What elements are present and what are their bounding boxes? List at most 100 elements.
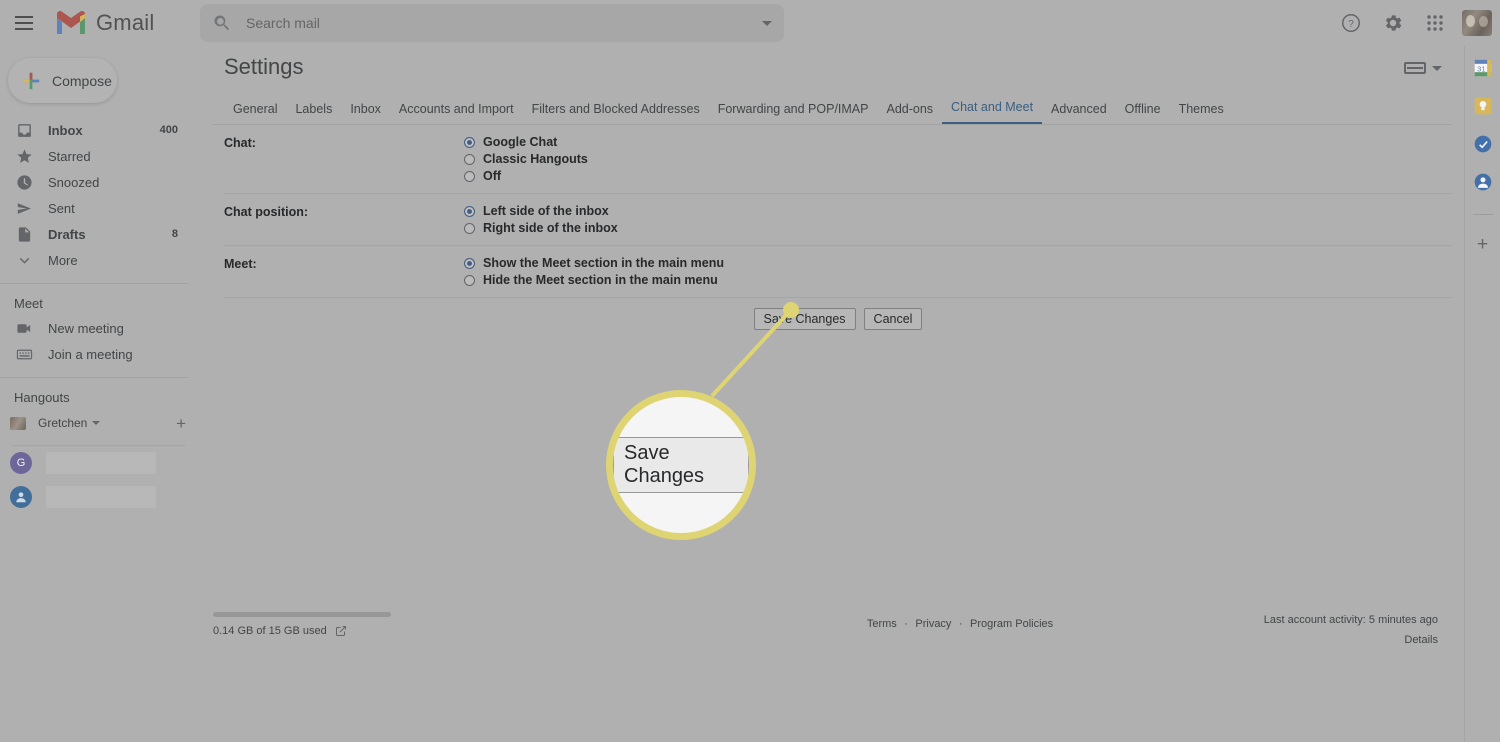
radio-indicator[interactable] xyxy=(464,153,475,165)
list-item[interactable]: G xyxy=(0,446,200,480)
sidebar-item-drafts[interactable]: Drafts 8 xyxy=(0,221,188,247)
terms-link[interactable]: Terms xyxy=(867,618,897,630)
sidebar-item-label: More xyxy=(48,252,78,268)
search-bar[interactable] xyxy=(200,4,784,42)
google-calendar-icon[interactable]: 31 xyxy=(1473,58,1493,78)
list-item[interactable] xyxy=(0,480,200,514)
google-keep-icon[interactable] xyxy=(1473,96,1493,116)
sidebar-item-label: Inbox xyxy=(48,122,83,138)
radio-label: Off xyxy=(483,169,502,183)
display-density-icon xyxy=(1404,62,1426,74)
gmail-m-icon xyxy=(57,11,85,34)
plus-icon xyxy=(22,72,40,89)
top-bar: Gmail ? xyxy=(0,0,1500,46)
person-icon xyxy=(16,492,26,503)
radio-label: Classic Hangouts xyxy=(483,152,588,166)
setting-label: Chat: xyxy=(224,136,256,150)
setting-label: Chat position: xyxy=(224,205,309,219)
sidebar-item-label: Sent xyxy=(48,200,75,216)
apps-grid-icon[interactable] xyxy=(1416,4,1454,42)
sidebar-item-snoozed[interactable]: Snoozed xyxy=(0,169,188,195)
side-panel-add-plus-icon[interactable]: + xyxy=(1477,235,1488,254)
tab-general[interactable]: General xyxy=(224,96,286,124)
sidebar-divider-meet xyxy=(0,283,188,284)
display-density-chevron-down-icon xyxy=(1432,65,1442,71)
radio-option-right-side[interactable]: Right side of the inbox xyxy=(464,221,618,235)
hangouts-section-title: Hangouts xyxy=(14,390,70,405)
hangouts-status-chevron-down-icon[interactable] xyxy=(92,421,101,425)
settings-tabs: General Labels Inbox Accounts and Import… xyxy=(212,94,1452,125)
account-activity: Last account activity: 5 minutes ago Det… xyxy=(1264,614,1438,646)
svg-text:?: ? xyxy=(1348,19,1354,30)
search-options-chevron-down-icon[interactable] xyxy=(762,20,772,26)
radio-option-show-meet[interactable]: Show the Meet section in the main menu xyxy=(464,256,724,270)
sidebar-item-inbox[interactable]: Inbox 400 xyxy=(0,117,188,143)
external-link-icon[interactable] xyxy=(335,625,347,637)
compose-button[interactable]: Compose xyxy=(8,58,117,103)
tab-forwarding-and-pop-imap[interactable]: Forwarding and POP/IMAP xyxy=(709,96,878,124)
radio-group-chat-position: Left side of the inbox Right side of the… xyxy=(464,204,618,235)
save-changes-button[interactable]: Save Changes xyxy=(753,308,856,330)
help-circle-icon[interactable]: ? xyxy=(1332,4,1370,42)
gmail-logo[interactable]: Gmail xyxy=(54,10,154,36)
hangouts-add-plus-icon[interactable]: + xyxy=(176,415,186,432)
radio-option-off[interactable]: Off xyxy=(464,169,588,183)
radio-option-google-chat[interactable]: Google Chat xyxy=(464,135,588,149)
setting-row-meet: Meet: Show the Meet section in the main … xyxy=(224,246,1452,298)
star-icon xyxy=(14,146,34,166)
account-avatar[interactable] xyxy=(1462,10,1492,36)
radio-option-classic-hangouts[interactable]: Classic Hangouts xyxy=(464,152,588,166)
radio-option-left-side[interactable]: Left side of the inbox xyxy=(464,204,618,218)
settings-action-buttons: Save Changes Cancel xyxy=(224,298,1452,330)
sidebar-item-starred[interactable]: Starred xyxy=(0,143,188,169)
contact-initial: G xyxy=(16,457,26,469)
hangouts-account-row[interactable]: Gretchen + xyxy=(0,409,200,437)
program-policies-link[interactable]: Program Policies xyxy=(970,618,1053,630)
clock-icon xyxy=(14,172,34,192)
tab-chat-and-meet[interactable]: Chat and Meet xyxy=(942,94,1043,124)
tab-offline[interactable]: Offline xyxy=(1116,96,1170,124)
radio-label: Show the Meet section in the main menu xyxy=(483,256,725,270)
search-input[interactable] xyxy=(246,15,762,31)
contact-avatar: G xyxy=(10,452,32,474)
privacy-link[interactable]: Privacy xyxy=(915,618,951,630)
storage-bar-fill xyxy=(213,612,391,617)
hangouts-account-avatar xyxy=(10,416,26,430)
page-title: Settings xyxy=(224,54,304,79)
tab-accounts-and-import[interactable]: Accounts and Import xyxy=(390,96,523,124)
sidebar-item-join-meeting[interactable]: Join a meeting xyxy=(0,341,188,367)
sidebar-item-sent[interactable]: Sent xyxy=(0,195,188,221)
google-contacts-icon[interactable] xyxy=(1473,172,1493,192)
radio-group-meet: Show the Meet section in the main menu H… xyxy=(464,256,724,287)
sidebar-item-label: Drafts xyxy=(48,226,86,242)
radio-indicator[interactable] xyxy=(464,205,475,217)
hamburger-menu-icon[interactable] xyxy=(4,3,44,43)
last-account-activity-text: Last account activity: 5 minutes ago xyxy=(1263,614,1438,626)
tab-filters-and-blocked-addresses[interactable]: Filters and Blocked Addresses xyxy=(523,96,709,124)
display-density-button[interactable] xyxy=(1404,54,1452,74)
radio-indicator[interactable] xyxy=(464,222,475,234)
sidebar-item-new-meeting[interactable]: New meeting xyxy=(0,315,188,341)
video-camera-icon xyxy=(14,318,34,338)
radio-indicator[interactable] xyxy=(464,136,475,148)
side-panel-divider xyxy=(1472,214,1493,215)
radio-indicator[interactable] xyxy=(464,274,475,286)
storage-indicator: 0.14 GB of 15 GB used xyxy=(213,612,413,637)
sidebar-item-label: Join a meeting xyxy=(48,346,133,362)
radio-indicator[interactable] xyxy=(464,257,475,269)
tab-advanced[interactable]: Advanced xyxy=(1042,96,1116,124)
account-activity-details-link[interactable]: Details xyxy=(1264,634,1438,646)
tab-inbox[interactable]: Inbox xyxy=(341,96,390,124)
radio-label: Hide the Meet section in the main menu xyxy=(483,273,718,287)
cancel-button[interactable]: Cancel xyxy=(863,308,923,330)
tab-labels[interactable]: Labels xyxy=(286,96,341,124)
gmail-app-window: Gmail ? xyxy=(0,0,1500,742)
inbox-icon xyxy=(14,120,34,140)
tab-add-ons[interactable]: Add-ons xyxy=(877,96,942,124)
radio-indicator[interactable] xyxy=(464,170,475,182)
google-tasks-icon[interactable] xyxy=(1473,134,1493,154)
gear-icon[interactable] xyxy=(1374,4,1412,42)
radio-option-hide-meet[interactable]: Hide the Meet section in the main menu xyxy=(464,273,724,287)
tab-themes[interactable]: Themes xyxy=(1170,96,1233,124)
sidebar-item-more[interactable]: More xyxy=(0,247,188,273)
